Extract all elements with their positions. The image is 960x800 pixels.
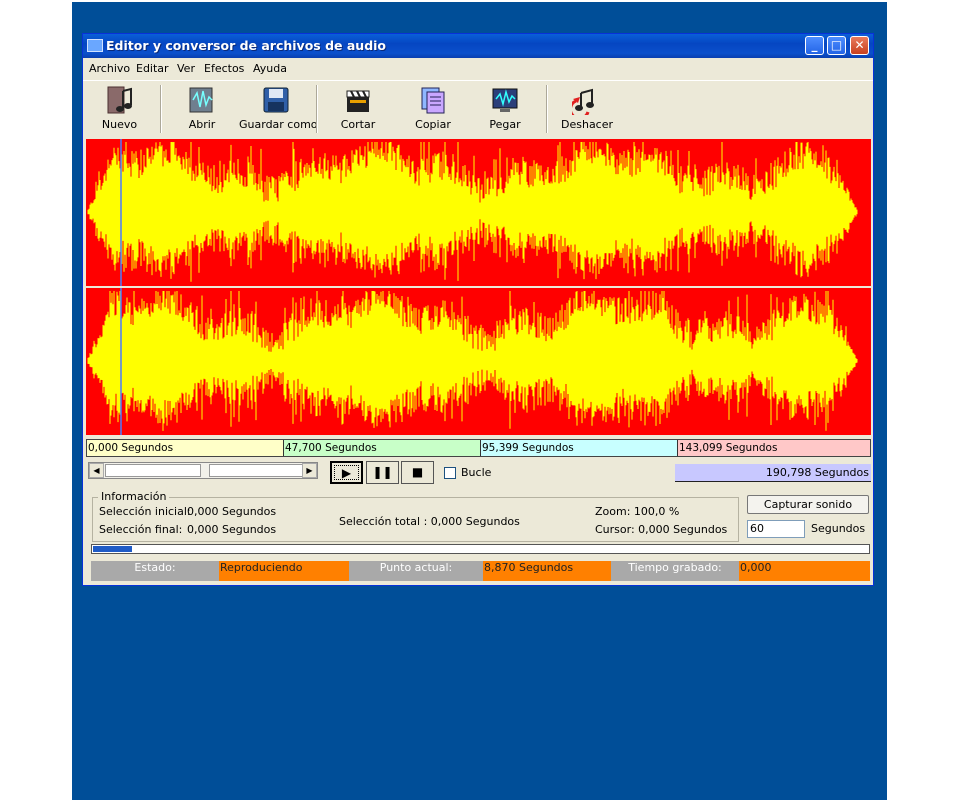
info-legend: Información (98, 490, 170, 503)
menu-ayuda[interactable]: Ayuda (253, 62, 287, 75)
cursor-readout: Cursor: 0,000 Segundos (595, 523, 728, 536)
zoom-readout: Zoom: 100,0 % (595, 505, 680, 518)
title-bar[interactable]: Editor y conversor de archivos de audio … (83, 34, 873, 58)
minimize-button[interactable]: _ (805, 36, 824, 55)
time-mark-1: 47,700 Segundos (283, 440, 480, 456)
time-mark-0: 0,000 Segundos (87, 440, 283, 456)
toolbar: Nuevo Abrir Guardar como Cortar Copiar P… (83, 80, 873, 138)
app-window: Editor y conversor de archivos de audio … (82, 33, 874, 586)
start-selection-value: 0,000 Segundos (187, 505, 277, 518)
total-selection: Selección total : 0,000 Segundos (339, 515, 520, 528)
stop-button[interactable]: ■ (401, 461, 434, 484)
status-bar: Estado: Reproduciendo Punto actual: 8,87… (91, 561, 870, 581)
new-button[interactable]: Nuevo (97, 85, 142, 135)
open-button[interactable]: Abrir (182, 85, 222, 135)
horizontal-scrollbar[interactable]: ◀ ▶ (88, 462, 318, 479)
toolbar-separator (160, 85, 162, 133)
capture-seconds-input[interactable]: 60 (747, 520, 805, 538)
current-point-label: Punto actual: (349, 561, 483, 581)
pause-button[interactable]: ❚❚ (366, 461, 399, 484)
undo-button[interactable]: Deshacer (561, 85, 613, 135)
copy-button[interactable]: Copiar (413, 85, 453, 135)
menu-bar: Archivo Editar Ver Efectos Ayuda (83, 59, 873, 79)
copy-icon (421, 87, 445, 114)
state-label: Estado: (91, 561, 219, 581)
clapperboard-icon (346, 90, 370, 112)
progress-fill (93, 546, 132, 552)
paste-button[interactable]: Pegar (485, 85, 525, 135)
loop-label: Bucle (461, 466, 492, 479)
capture-sound-button[interactable]: Capturar sonido (747, 495, 869, 514)
toolbar-separator (316, 85, 318, 133)
time-ruler: 0,000 Segundos 47,700 Segundos 95,399 Se… (86, 439, 871, 457)
waveform-channel-right[interactable] (86, 288, 871, 435)
recorded-time-value: 0,000 (739, 561, 870, 581)
state-value: Reproduciendo (219, 561, 349, 581)
menu-ver[interactable]: Ver (177, 62, 195, 75)
menu-efectos[interactable]: Efectos (204, 62, 244, 75)
undo-music-icon (572, 88, 594, 115)
menu-archivo[interactable]: Archivo (89, 62, 130, 75)
scroll-left-arrow[interactable]: ◀ (89, 463, 104, 478)
maximize-button[interactable]: □ (827, 36, 846, 55)
save-as-button[interactable]: Guardar como (239, 85, 318, 135)
current-point-value: 8,870 Segundos (483, 561, 611, 581)
playback-progress-bar (91, 544, 870, 554)
play-button[interactable]: ▶ (330, 461, 363, 484)
floppy-disk-icon (263, 87, 289, 113)
scroll-right-arrow[interactable]: ▶ (302, 463, 317, 478)
music-note-icon (107, 86, 132, 114)
app-icon (87, 39, 103, 52)
open-audio-icon (189, 87, 213, 113)
paste-monitor-icon (492, 88, 518, 112)
capture-seconds-label: Segundos (811, 522, 866, 535)
end-selection-value: 0,000 Segundos (187, 523, 277, 536)
close-button[interactable]: ✕ (850, 36, 869, 55)
menu-editar[interactable]: Editar (136, 62, 169, 75)
waveform-left-svg (87, 139, 858, 286)
cut-button[interactable]: Cortar (338, 85, 378, 135)
start-selection-label: Selección inicial: (99, 505, 191, 518)
loop-checkbox[interactable] (444, 467, 456, 479)
recorded-time-label: Tiempo grabado: (611, 561, 739, 581)
total-duration: 190,798 Segundos (675, 464, 871, 482)
window-title: Editor y conversor de archivos de audio (106, 38, 387, 53)
time-mark-3: 143,099 Segundos (677, 440, 870, 456)
scroll-track[interactable] (209, 464, 305, 477)
waveform-right-svg (87, 288, 858, 435)
time-mark-2: 95,399 Segundos (480, 440, 677, 456)
end-selection-label: Selección final: (99, 523, 183, 536)
toolbar-separator (546, 85, 548, 133)
waveform-channel-left[interactable] (86, 139, 871, 286)
scroll-thumb[interactable] (105, 464, 201, 477)
